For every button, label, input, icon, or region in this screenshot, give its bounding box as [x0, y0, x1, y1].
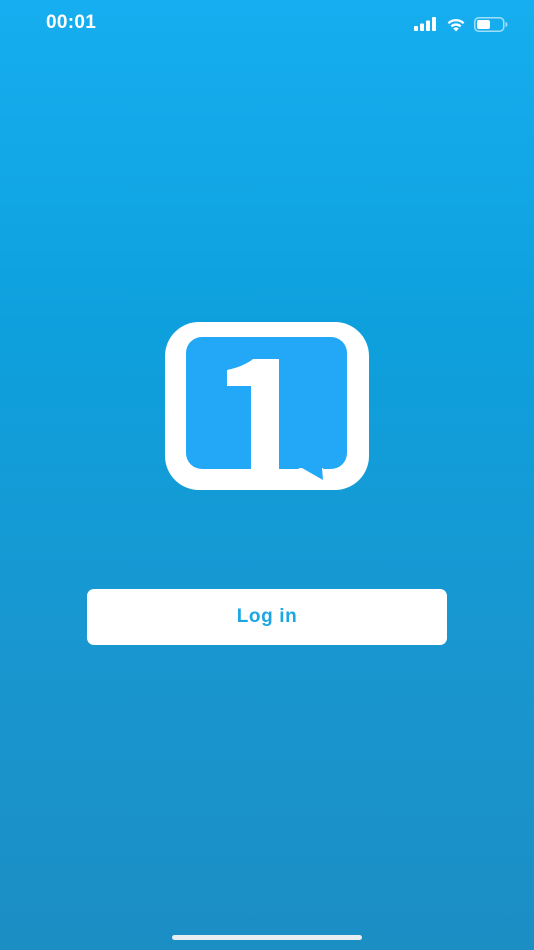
- status-bar: 00:01: [0, 0, 534, 48]
- login-screen: 00:01 Log in: [0, 0, 534, 950]
- status-icons: [414, 14, 508, 34]
- login-button-label: Log in: [236, 606, 298, 627]
- home-indicator[interactable]: [172, 935, 362, 940]
- app-logo-icon: [165, 322, 369, 490]
- wifi-icon: [447, 18, 465, 31]
- battery-icon: [474, 16, 508, 32]
- cellular-signal-icon: [414, 17, 436, 31]
- status-time: 00:01: [46, 12, 97, 33]
- login-button[interactable]: Log in: [87, 589, 447, 645]
